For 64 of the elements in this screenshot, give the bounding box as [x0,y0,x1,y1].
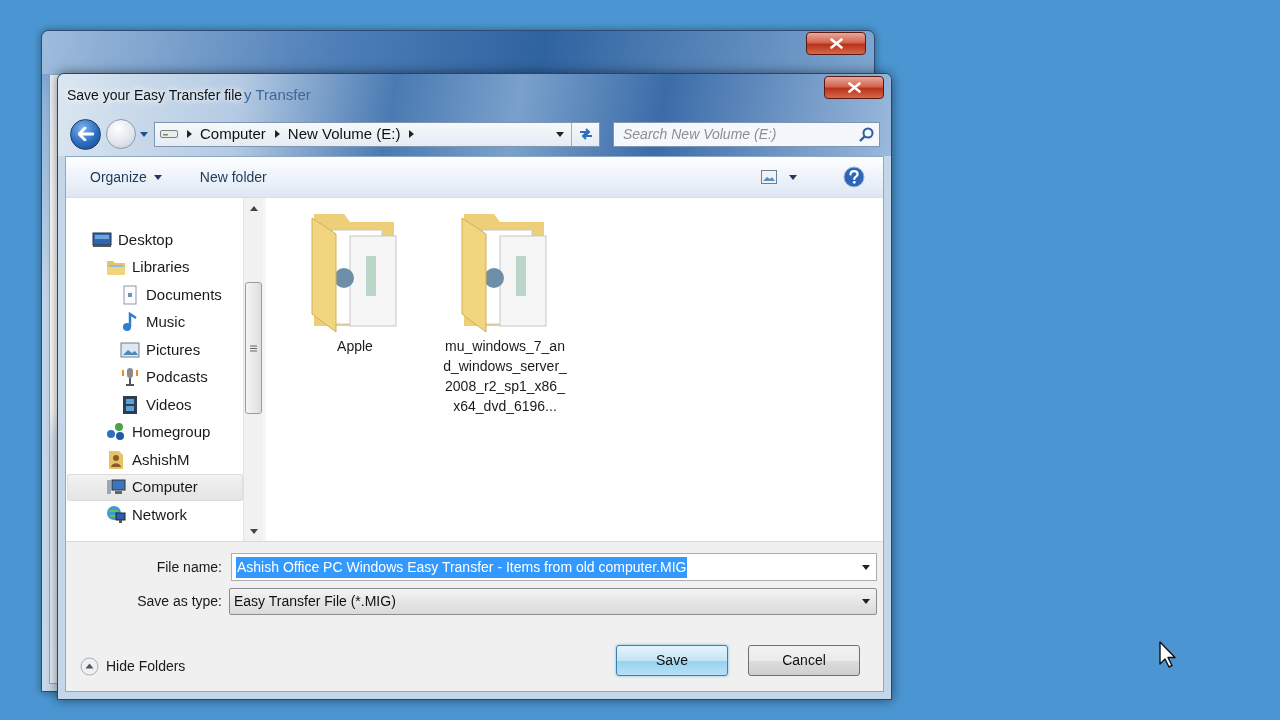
help-icon [843,166,865,188]
address-bar[interactable]: Computer New Volume (E:) [154,121,600,147]
globe-monitor-icon [106,504,126,525]
nav-pane-item[interactable]: Homegroup [67,418,243,446]
close-icon [847,82,861,93]
file-type-dropdown[interactable]: Easy Transfer File (*.MIG) [229,588,877,615]
scrollbar[interactable] [243,198,263,541]
menu-button[interactable]: Organize [88,163,164,191]
nav-pane-item[interactable]: Documents [67,281,243,309]
caret-down-icon[interactable] [862,564,870,570]
nav-pane-item[interactable]: Podcasts [67,363,243,391]
scrollbar-thumb[interactable] [245,282,262,414]
nav-pane-item[interactable]: Videos [67,391,243,419]
document-icon [120,284,140,305]
arrow-up-icon [249,205,258,211]
nav-pane-item[interactable]: Pictures [67,336,243,364]
background-window-title: y Transfer [244,85,311,105]
nav-pane-item[interactable]: AshishM [67,446,243,474]
picture-tile-icon [761,170,777,184]
close-icon [829,38,843,49]
hide-folders-button[interactable]: Hide Folders [80,656,186,677]
breadcrumb-button[interactable]: New Volume (E:) [287,122,401,146]
arrow-left-icon [77,127,94,141]
nav-pane-item[interactable]: Network [67,501,243,529]
close-button[interactable] [824,76,884,99]
folder-name[interactable]: Apple [293,336,417,356]
nav-pane-item[interactable]: Computer [67,473,243,501]
nav-pane-item[interactable]: Desktop [67,226,243,254]
help-button[interactable] [843,166,865,188]
drive-icon [160,129,178,139]
microphone-icon [120,367,140,388]
caret-down-icon [789,174,797,180]
picture-icon [120,339,140,360]
caret-down-icon [153,174,162,180]
close-button[interactable] [806,32,866,55]
chevron-right-icon[interactable] [187,130,192,138]
chevron-right-icon[interactable] [409,130,415,138]
monitor-icon [92,229,112,250]
grip-lines-icon [250,344,257,352]
dialog-title: Save your Easy Transfer file [67,85,243,105]
search-field[interactable]: Search New Volume (E:) [613,121,880,147]
caret-down-icon [862,599,870,604]
back-button[interactable] [70,118,101,150]
film-strip-icon [120,394,140,415]
field-label: File name: [155,557,222,577]
mouse-pointer-icon [1159,641,1176,668]
field-label: Save as type: [136,592,222,611]
collapse-up-icon [80,657,99,676]
nav-pane-item[interactable]: Libraries [67,253,243,281]
save-button[interactable]: Save [616,645,728,676]
breadcrumb-button[interactable]: Computer [200,122,266,146]
toolbar-button[interactable]: New folder [197,163,269,191]
search-icon [859,126,874,142]
cancel-button[interactable]: Cancel [748,645,860,676]
folder-name[interactable]: mu_windows_7_and_windows_server_2008_r2_sp1_x86_x64_dvd_6196... [443,336,567,416]
ball-cluster-icon [106,422,126,443]
nav-pane-item[interactable]: Music [67,308,243,336]
caret-down-icon [556,131,564,137]
file-name-value: Ashish Office PC Windows Easy Transfer - Items from old computer.MIG [236,556,688,578]
user-folder-icon [106,449,126,470]
refresh-arrows-icon [577,127,594,141]
arrow-down-icon [249,528,258,534]
caret-down-icon [140,131,148,137]
chevron-right-icon[interactable] [274,130,280,138]
